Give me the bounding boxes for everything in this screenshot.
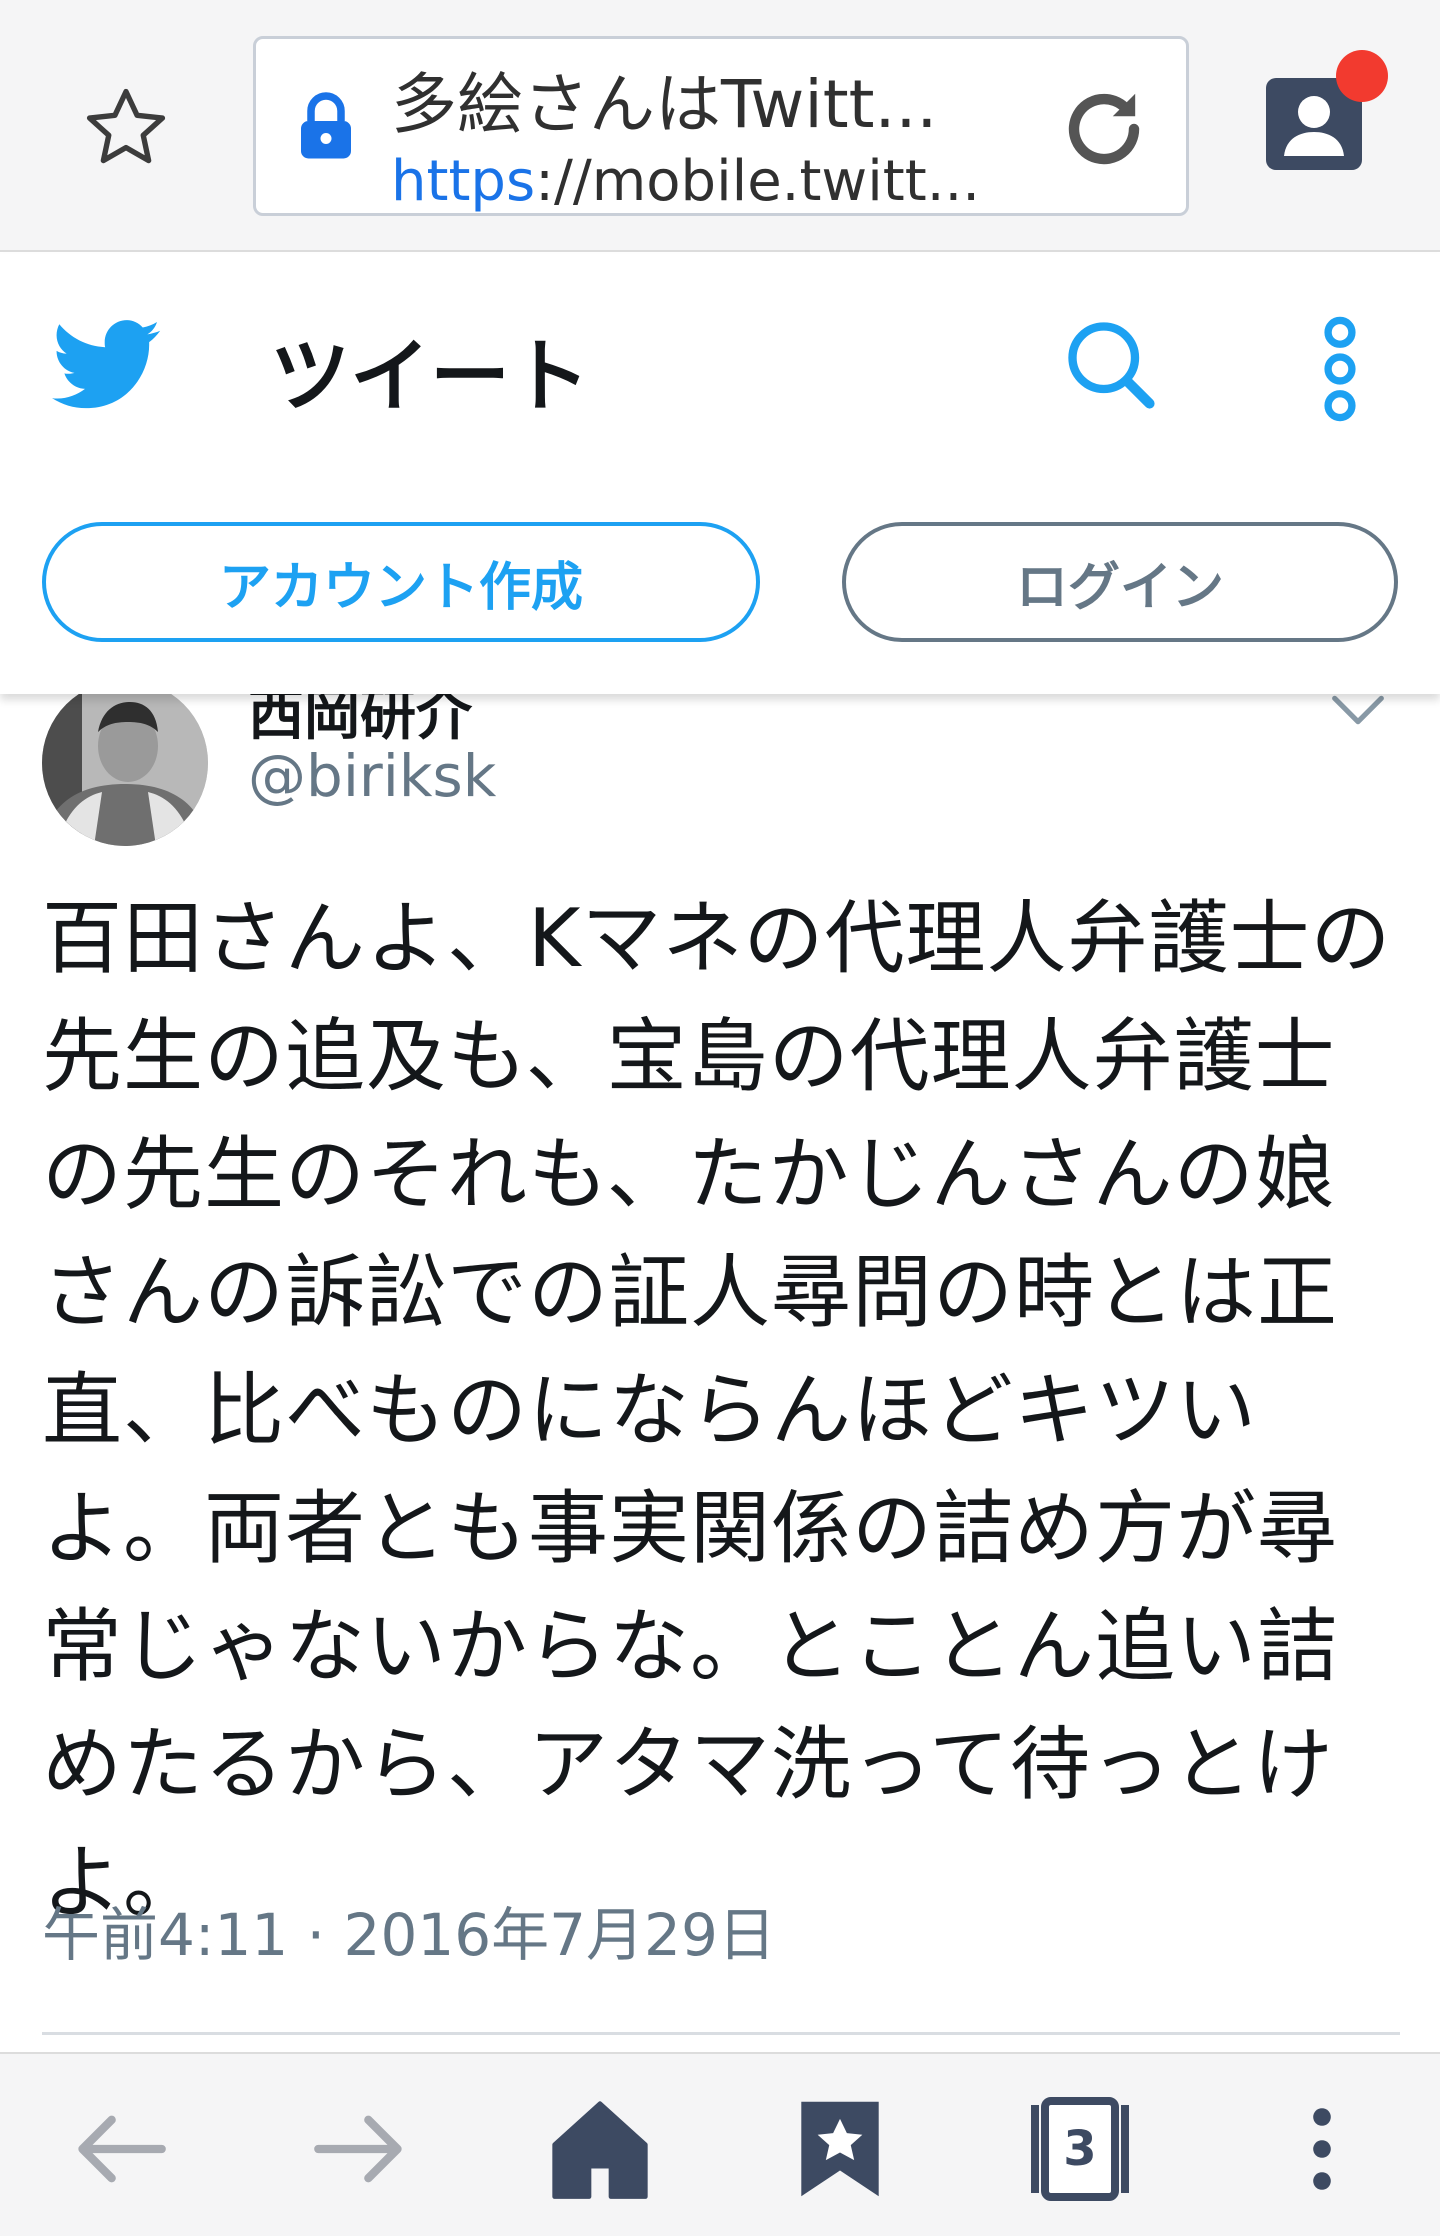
page-title: 多絵さんはTwitt...: [391, 66, 938, 143]
bookmarks-button[interactable]: [780, 2094, 900, 2204]
back-button[interactable]: [60, 2094, 180, 2204]
browser-toolbar: 多絵さんはTwitt... https://mobile.twitt...: [0, 0, 1440, 252]
star-outline-icon: [86, 88, 166, 164]
signup-button[interactable]: アカウント作成: [42, 522, 760, 642]
tweet: 西岡研介 @biriksk 百田さんよ、Kマネの代理人弁護士の先生の追及も、宝島…: [0, 600, 1440, 2050]
bookmark-star-button[interactable]: [78, 80, 174, 176]
chevron-down-icon[interactable]: [1330, 692, 1386, 728]
tweet-timestamp[interactable]: 午前4:11 · 2016年7月29日: [42, 1888, 776, 1972]
more-vertical-icon: [1313, 2108, 1331, 2190]
search-icon[interactable]: [1060, 314, 1160, 414]
reload-icon[interactable]: [1056, 81, 1152, 177]
bookmark-star-icon: [801, 2101, 879, 2197]
arrow-right-icon: [314, 2115, 402, 2183]
twitter-bird-icon[interactable]: [52, 316, 162, 416]
home-icon: [552, 2101, 648, 2199]
lock-icon: [301, 92, 351, 159]
address-bar[interactable]: 多絵さんはTwitt... https://mobile.twitt...: [253, 36, 1189, 216]
tweet-text: 百田さんよ、Kマネの代理人弁護士の先生の追及も、宝島の代理人弁護士の先生のそれも…: [42, 892, 1392, 1929]
login-button[interactable]: ログイン: [842, 522, 1398, 642]
arrow-left-icon: [78, 2115, 166, 2183]
tab-count: 3: [1063, 2121, 1096, 2177]
twitter-header: ツイート アカウント作成 ログイン: [0, 254, 1440, 694]
menu-button[interactable]: [1262, 2094, 1382, 2204]
home-button[interactable]: [540, 2094, 660, 2204]
tabs-icon: 3: [1031, 2097, 1129, 2201]
divider: [42, 2032, 1400, 2035]
forward-button[interactable]: [300, 2094, 420, 2204]
url-scheme: https: [391, 149, 536, 214]
more-vertical-icon[interactable]: [1315, 314, 1365, 424]
avatar-photo: [42, 680, 208, 846]
page-url: https://mobile.twitt...: [391, 149, 980, 214]
notification-dot: [1336, 50, 1388, 102]
avatar[interactable]: [42, 680, 208, 846]
author-handle[interactable]: @biriksk: [248, 742, 496, 810]
url-rest: ://mobile.twitt...: [535, 149, 981, 214]
browser-bottom-bar: 3: [0, 2052, 1440, 2236]
header-title: ツイート: [270, 330, 590, 423]
tabs-button[interactable]: 3: [1020, 2094, 1140, 2204]
